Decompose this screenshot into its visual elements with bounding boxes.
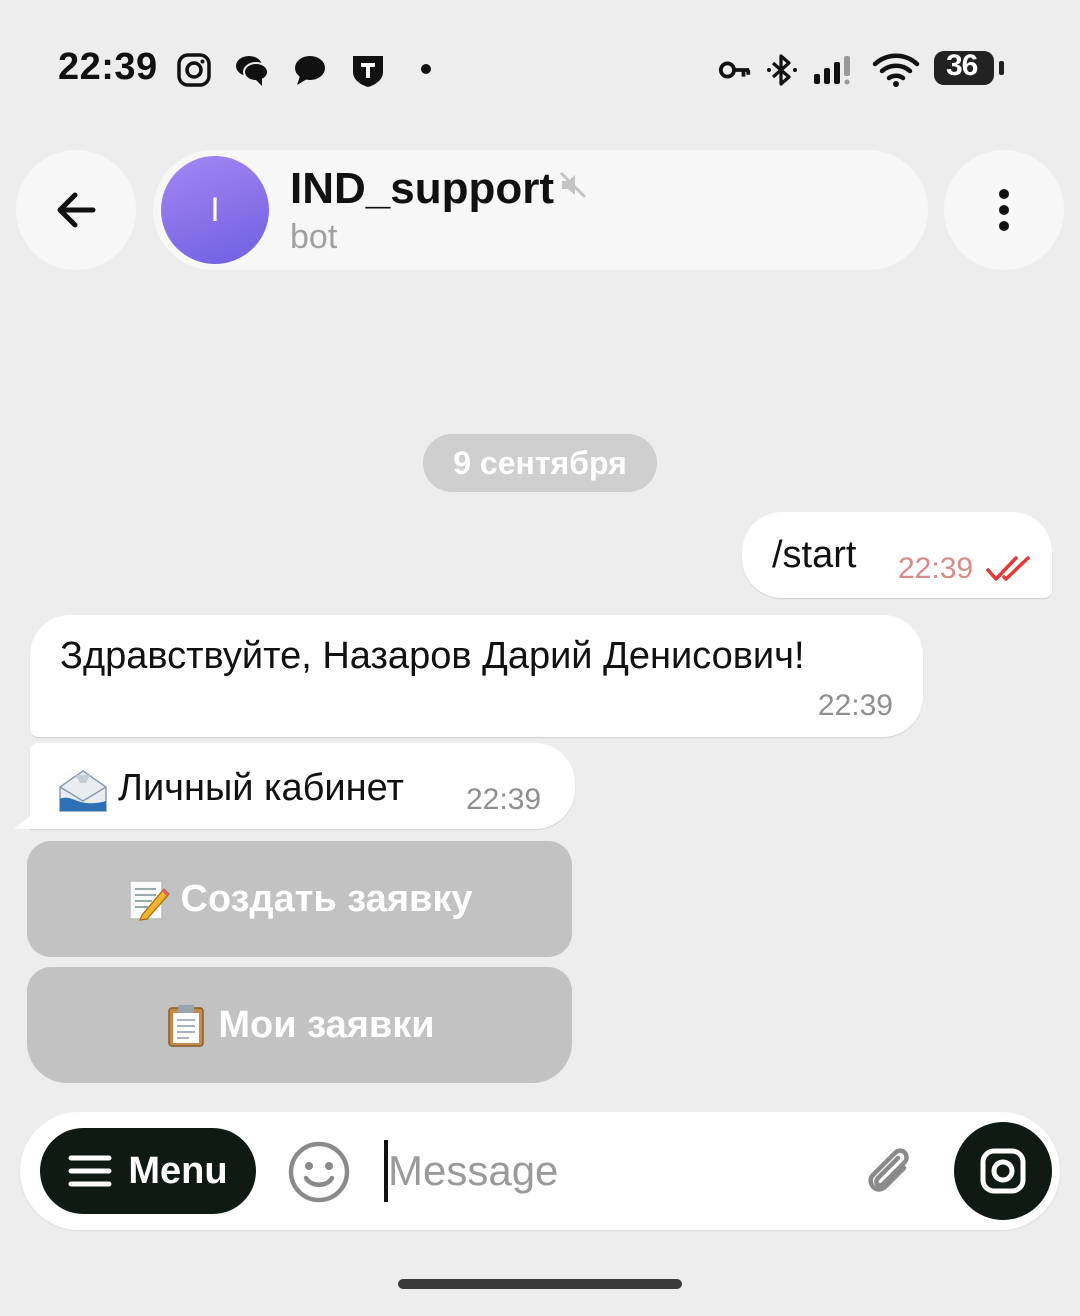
chat-subtitle: bot [290,218,338,256]
bluetooth-icon [767,54,797,86]
my-requests-button[interactable]: Мои заявки [27,967,572,1083]
wifi-icon [872,53,920,87]
message-time: 22:39 [817,689,893,722]
menu-label: Menu [128,1149,228,1192]
battery-level: 36 [946,49,978,82]
signal-icon [814,56,850,85]
battery-cap [999,61,1004,75]
message-time: 22:39 [898,552,974,585]
message-composer: Menu [20,1112,1060,1230]
paperclip-icon[interactable] [858,1140,920,1202]
chat-title: IND_support [290,164,554,213]
avatar[interactable]: I [161,156,269,264]
chat-screen: 22:39 36 I IND_support bot 9 сентября /s… [0,0,1080,1316]
incoming-envelope-icon [59,770,107,812]
home-indicator[interactable] [398,1279,682,1289]
incoming-message[interactable]: Здравствуйте, Назаров Дарий Денисович! 2… [30,615,923,737]
bubble-tail [14,805,44,829]
more-vertical-icon [999,189,1009,231]
notification-dot [421,64,431,74]
create-request-button[interactable]: Создать заявку [27,841,572,957]
outgoing-message[interactable]: /start 22:39 [742,512,1052,598]
hamburger-icon [68,1155,112,1187]
muted-speaker-icon [559,171,587,199]
date-chip: 9 сентября [423,434,657,492]
status-time: 22:39 [58,46,158,88]
arrow-left-icon [57,192,96,228]
chat-bubbles-icon [236,56,269,86]
message-text: Личный кабинет [118,767,404,809]
message-time: 22:39 [466,783,542,816]
incoming-message[interactable]: Личный кабинет 22:39 [14,743,575,829]
memo-icon [129,880,171,921]
chat-header[interactable]: I IND_support bot [153,150,928,270]
more-options-button[interactable] [944,150,1064,270]
menu-button[interactable]: Menu [40,1128,256,1214]
vpn-key-icon [718,61,751,79]
emoji-icon[interactable] [286,1139,352,1205]
camera-icon [980,1148,1026,1194]
avatar-letter: I [210,190,220,229]
clipboard-icon [168,1005,205,1047]
message-text: Здравствуйте, Назаров Дарий Денисович! [60,635,805,677]
back-button[interactable] [16,150,136,270]
t-shield-icon [353,56,383,87]
status-bar: 22:39 36 [0,0,1080,140]
message-icon [295,56,325,85]
message-text: /start [772,534,857,576]
message-input[interactable] [388,1138,828,1204]
instagram-icon [177,53,211,87]
button-label: Создать заявку [180,877,473,920]
button-label: Мои заявки [218,1003,435,1046]
double-check-icon [986,556,1030,581]
camera-button[interactable] [954,1122,1052,1220]
